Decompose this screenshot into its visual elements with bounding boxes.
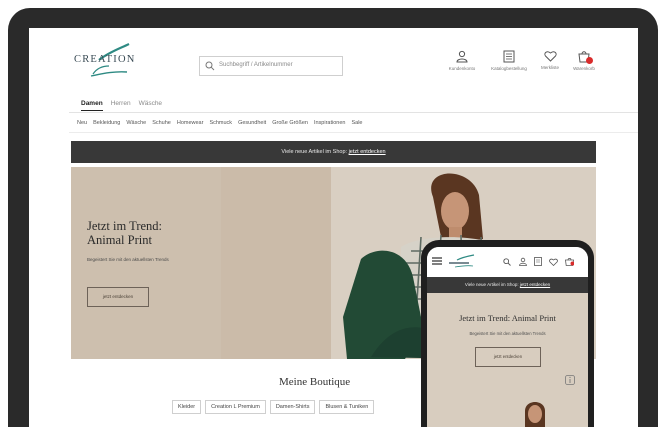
info-icon[interactable]	[565, 375, 575, 385]
account-label: Kundenkonto	[448, 66, 476, 71]
mobile-hero-subtitle: Begeistert Sie mit den aktuellsten Trend…	[469, 331, 546, 336]
phone-screen: Viele neue Artikel im Shop: jetzt entdec…	[427, 247, 588, 427]
nav-item-inspirationen[interactable]: Inspirationen	[314, 120, 346, 126]
chip-blusen-tuniken[interactable]: Blusen & Tuniken	[319, 400, 375, 414]
chip-creation-premium[interactable]: Creation L Premium	[205, 400, 266, 414]
nav-item-schuhe[interactable]: Schuhe	[152, 120, 171, 126]
nav-item-neu[interactable]: Neu	[77, 120, 87, 126]
chip-kleider[interactable]: Kleider	[172, 400, 202, 414]
site-header: CREATION Suchbegriff / Artikelnummer Kun…	[29, 28, 638, 90]
mobile-hero-banner: Jetzt im Trend: Animal Print Begeistert …	[427, 293, 588, 427]
phone-frame: Viele neue Artikel im Shop: jetzt entdec…	[421, 240, 594, 427]
hero-subtitle: Begeistert Sie mit den aktuellsten Trend…	[87, 257, 169, 262]
bag-icon[interactable]	[565, 257, 574, 266]
tab-waesche[interactable]: Wäsche	[139, 100, 162, 111]
mobile-hero-title: Jetzt im Trend: Animal Print	[459, 313, 556, 323]
chip-damen-shirts[interactable]: Damen-Shirts	[269, 400, 316, 414]
hero-title-line2: Animal Print	[87, 233, 152, 247]
boutique-chips: Kleider Creation L Premium Damen-Shirts …	[172, 400, 375, 414]
user-icon[interactable]	[519, 257, 527, 266]
cart-label: Warenkorb	[573, 66, 595, 71]
menu-icon[interactable]	[432, 256, 442, 266]
catalog-button[interactable]: Katalogbestellung	[489, 50, 529, 71]
mobile-promo-text: Viele neue Artikel im Shop:	[464, 282, 519, 287]
search-icon	[205, 61, 215, 71]
divider	[69, 112, 638, 113]
heart-icon	[543, 51, 557, 62]
mobile-hero-cta-button[interactable]: jetzt entdecken	[475, 347, 541, 367]
search-placeholder: Suchbegriff / Artikelnummer	[219, 62, 293, 68]
divider	[69, 132, 638, 133]
search-input[interactable]: Suchbegriff / Artikelnummer	[199, 56, 343, 76]
nav-item-homewear[interactable]: Homewear	[177, 120, 204, 126]
hero-title: Jetzt im Trend: Animal Print	[87, 219, 162, 247]
catalog-label: Katalogbestellung	[491, 66, 527, 71]
nav-item-waesche[interactable]: Wäsche	[126, 120, 146, 126]
nav-item-schmuck[interactable]: Schmuck	[209, 120, 232, 126]
promo-bar: Viele neue Artikel im Shop: jetzt entdec…	[71, 141, 596, 163]
tab-herren[interactable]: Herren	[111, 100, 131, 111]
boutique-title: Meine Boutique	[279, 376, 351, 388]
nav-item-grosse-groessen[interactable]: Große Größen	[272, 120, 308, 126]
hero-title-line1: Jetzt im Trend:	[87, 219, 163, 233]
logo-text[interactable]: CREATION	[74, 54, 136, 65]
hero-cta-button[interactable]: jetzt entdecken	[87, 287, 149, 307]
nav-item-sale[interactable]: Sale	[351, 120, 362, 126]
search-icon[interactable]	[503, 258, 511, 266]
catalog-icon	[503, 50, 515, 63]
category-nav: Neu Bekleidung Wäsche Schuhe Homewear Sc…	[77, 120, 362, 126]
tab-damen[interactable]: Damen	[81, 100, 103, 111]
gender-tabs: Damen Herren Wäsche	[81, 100, 162, 111]
mobile-hero-model-image	[525, 402, 545, 427]
catalog-icon[interactable]	[534, 257, 542, 266]
heart-icon[interactable]	[549, 258, 558, 266]
cart-button[interactable]: Warenkorb	[564, 50, 604, 71]
cart-badge	[586, 57, 593, 64]
promo-link[interactable]: jetzt entdecken	[349, 149, 386, 155]
mobile-promo-link[interactable]: jetzt entdecken	[520, 282, 550, 287]
nav-item-bekleidung[interactable]: Bekleidung	[93, 120, 120, 126]
nav-item-gesundheit[interactable]: Gesundheit	[238, 120, 266, 126]
mobile-header	[427, 247, 588, 277]
account-button[interactable]: Kundenkonto	[442, 50, 482, 71]
promo-text: Viele neue Artikel im Shop:	[281, 149, 348, 155]
mobile-promo-bar: Viele neue Artikel im Shop: jetzt entdec…	[427, 277, 588, 293]
mobile-logo-icon[interactable]	[447, 254, 477, 268]
user-icon	[456, 50, 468, 63]
